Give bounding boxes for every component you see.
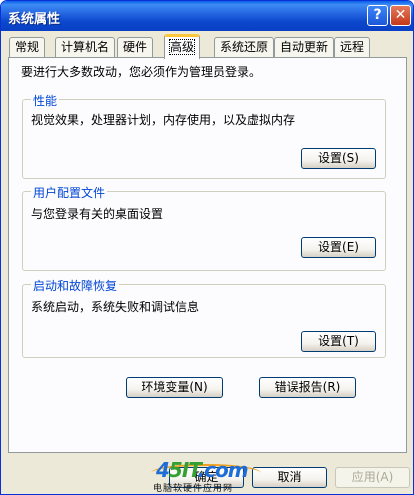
site-watermark: 45IT.com 电脑软硬件应用网 xyxy=(151,458,263,494)
tab-label: 自动更新 xyxy=(280,40,329,54)
tab-label: 高级 xyxy=(168,39,196,55)
tab-hardware[interactable]: 硬件 xyxy=(117,37,154,57)
tab-label: 系统还原 xyxy=(220,40,269,54)
apply-button[interactable]: 应用(A) xyxy=(335,467,410,488)
watermark-subtitle: 电脑软硬件应用网 xyxy=(153,484,234,494)
tab-remote[interactable]: 远程 xyxy=(334,37,371,57)
tab-general[interactable]: 常规 xyxy=(9,37,46,57)
error-reporting-button[interactable]: 错误报告(R) xyxy=(259,377,356,398)
tab-label: 常规 xyxy=(15,40,40,54)
tab-advanced[interactable]: 高级 xyxy=(164,34,201,59)
tab-label: 硬件 xyxy=(123,40,148,54)
tab-label: 远程 xyxy=(340,40,365,54)
user-profiles-description: 与您登录有关的桌面设置 xyxy=(31,207,164,221)
help-icon[interactable]: ? xyxy=(367,5,388,26)
cancel-button[interactable]: 取消 xyxy=(252,467,327,488)
tab-automatic-updates[interactable]: 自动更新 xyxy=(274,37,335,57)
system-properties-window: 系统属性 ? ✕ 常规 计算机名 硬件 高级 系统还原 自动更新 远程 要进行大… xyxy=(0,0,414,495)
environment-variables-button[interactable]: 环境变量(N) xyxy=(126,377,223,398)
user-profiles-group-title: 用户配置文件 xyxy=(31,184,108,201)
user-profiles-settings-button[interactable]: 设置(E) xyxy=(301,237,376,258)
watermark-logo: 45IT.com xyxy=(156,458,249,482)
tab-system-restore[interactable]: 系统还原 xyxy=(214,37,275,57)
window-title: 系统属性 xyxy=(8,12,61,27)
startup-recovery-group-title: 启动和故障恢复 xyxy=(31,277,120,294)
tab-label: 计算机名 xyxy=(61,40,110,54)
performance-group-title: 性能 xyxy=(31,92,60,109)
performance-settings-button[interactable]: 设置(S) xyxy=(301,148,376,169)
startup-recovery-settings-button[interactable]: 设置(T) xyxy=(301,331,376,352)
startup-recovery-description: 系统启动，系统失败和调试信息 xyxy=(31,300,200,314)
performance-description: 视觉效果，处理器计划，内存使用，以及虚拟内存 xyxy=(31,113,296,127)
tab-computer-name[interactable]: 计算机名 xyxy=(55,37,116,57)
title-bar[interactable]: 系统属性 ? ✕ xyxy=(1,1,413,31)
admin-notice: 要进行大多数改动，您必须作为管理员登录。 xyxy=(21,65,262,79)
user-profiles-groupbox xyxy=(22,191,386,271)
close-icon[interactable]: ✕ xyxy=(390,5,411,26)
